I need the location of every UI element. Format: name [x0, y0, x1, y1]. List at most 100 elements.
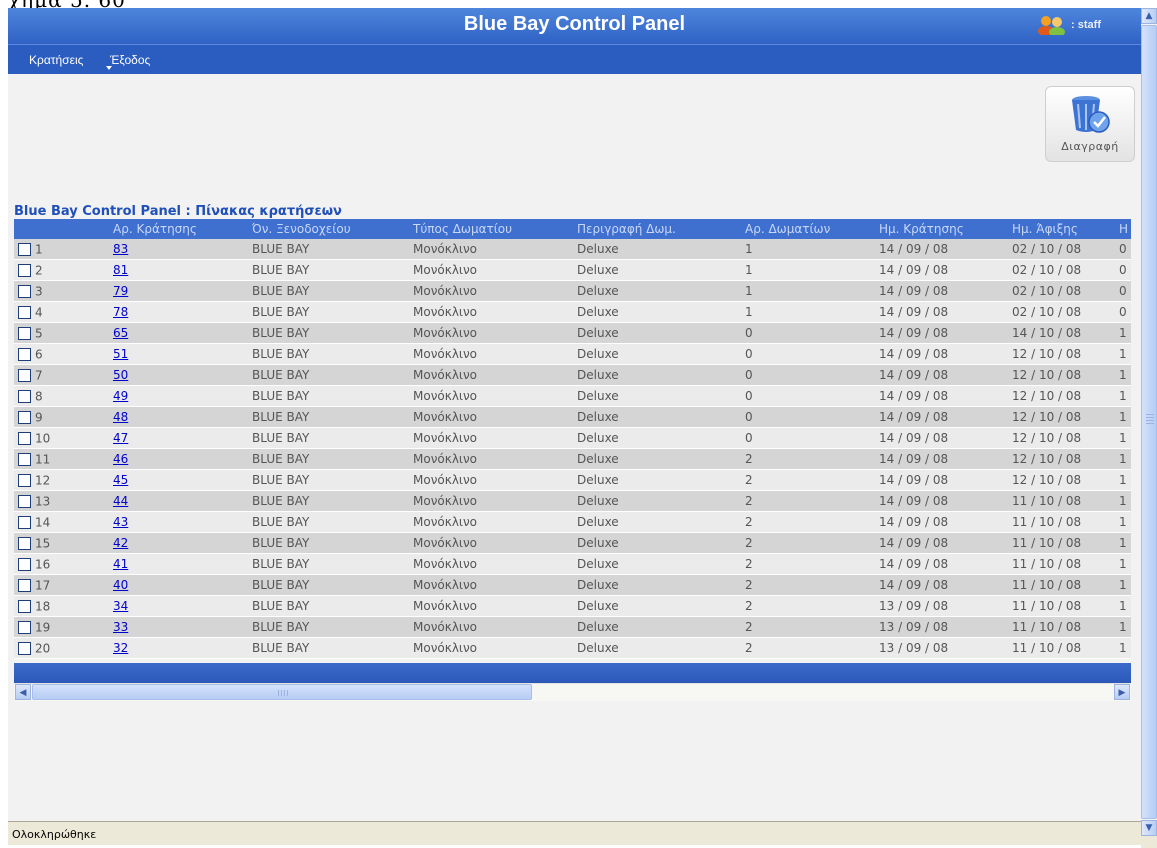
- table-row[interactable]: 13 44 BLUE BAY Μονόκλινο Deluxe 2 14 / 09 / 08…: [14, 490, 1131, 512]
- table-row[interactable]: 5 65 BLUE BAY Μονόκλινο Deluxe 0 14 / 09 / 08 1…: [14, 322, 1131, 344]
- row-select-cell: 1: [14, 239, 109, 260]
- row-checkbox[interactable]: [18, 494, 31, 508]
- table-row[interactable]: 14 43 BLUE BAY Μονόκλινο Deluxe 2 14 / 09 / 08…: [14, 511, 1131, 533]
- column-header[interactable]: Όν. Ξενοδοχείου: [248, 219, 409, 239]
- booking-date-cell: 14 / 09 / 08: [875, 469, 1008, 491]
- booking-number-link[interactable]: 40: [113, 578, 128, 592]
- truncated-cell: 0: [1115, 239, 1131, 260]
- booking-number-link[interactable]: 45: [113, 473, 128, 487]
- row-checkbox[interactable]: [18, 389, 31, 403]
- column-header[interactable]: Τύπος Δωματίου: [409, 219, 573, 239]
- table-footer-bar: [14, 663, 1131, 683]
- column-header[interactable]: Η: [1115, 219, 1131, 239]
- booking-number-link[interactable]: 34: [113, 599, 128, 613]
- table-row[interactable]: 10 47 BLUE BAY Μονόκλινο Deluxe 0 14 / 09 / 08…: [14, 427, 1131, 449]
- truncated-cell: 0: [1115, 301, 1131, 323]
- room-type-cell: Μονόκλινο: [409, 553, 573, 575]
- row-checkbox[interactable]: [18, 305, 31, 319]
- table-row[interactable]: 11 46 BLUE BAY Μονόκλινο Deluxe 2 14 / 09 / 08…: [14, 448, 1131, 470]
- scroll-left-arrow-icon[interactable]: ◀: [15, 684, 31, 700]
- booking-number-link[interactable]: 81: [113, 263, 128, 277]
- horizontal-scrollbar[interactable]: ◀ ▶: [14, 683, 1131, 701]
- booking-date-cell: 14 / 09 / 08: [875, 343, 1008, 365]
- row-checkbox[interactable]: [18, 557, 31, 571]
- delete-button[interactable]: Διαγραφή: [1045, 86, 1135, 162]
- app-title: Blue Bay Control Panel: [463, 13, 686, 35]
- table-row[interactable]: 7 50 BLUE BAY Μονόκλινο Deluxe 0 14 / 09 / 08 1…: [14, 364, 1131, 386]
- booking-number-link[interactable]: 50: [113, 368, 128, 382]
- row-checkbox[interactable]: [18, 473, 31, 487]
- table-row[interactable]: 19 33 BLUE BAY Μονόκλινο Deluxe 2 13 / 09 / 08…: [14, 616, 1131, 638]
- column-header[interactable]: Αρ. Κράτησης: [109, 219, 248, 239]
- row-index: 2: [35, 263, 43, 278]
- resize-grip[interactable]: [1141, 836, 1157, 848]
- column-header[interactable]: Περιγραφή Δωμ.: [573, 219, 741, 239]
- row-checkbox[interactable]: [18, 641, 31, 655]
- column-header[interactable]: Αρ. Δωματίων: [741, 219, 875, 239]
- booking-number-link[interactable]: 32: [113, 641, 128, 655]
- table-row[interactable]: 20 32 BLUE BAY Μονόκλινο Deluxe 2 13 / 09 / 08…: [14, 637, 1131, 659]
- table-row[interactable]: 2 81 BLUE BAY Μονόκλινο Deluxe 1 14 / 09 / 08 0…: [14, 259, 1131, 281]
- column-header[interactable]: Ημ. Κράτησης: [875, 219, 1008, 239]
- menu-item-logout[interactable]: Έξοδος: [110, 53, 150, 67]
- scroll-down-arrow-icon[interactable]: ▼: [1141, 820, 1157, 836]
- booking-number-link[interactable]: 44: [113, 494, 128, 508]
- booking-number-link[interactable]: 47: [113, 431, 128, 445]
- table-row[interactable]: 1 83 BLUE BAY Μονόκλινο Deluxe 1 14 / 09 / 08 0…: [14, 239, 1131, 260]
- booking-number-link[interactable]: 41: [113, 557, 128, 571]
- row-checkbox[interactable]: [18, 284, 31, 298]
- vertical-scrollbar[interactable]: ▲ ▼: [1141, 8, 1157, 836]
- row-checkbox[interactable]: [18, 515, 31, 529]
- row-checkbox[interactable]: [18, 536, 31, 550]
- table-row[interactable]: 16 41 BLUE BAY Μονόκλινο Deluxe 2 14 / 09 / 08…: [14, 553, 1131, 575]
- table-row[interactable]: 18 34 BLUE BAY Μονόκλινο Deluxe 2 13 / 09 / 08…: [14, 595, 1131, 617]
- booking-number-link[interactable]: 42: [113, 536, 128, 550]
- row-checkbox[interactable]: [18, 452, 31, 466]
- row-checkbox[interactable]: [18, 578, 31, 592]
- table-row[interactable]: 12 45 BLUE BAY Μονόκλινο Deluxe 2 14 / 09 / 08…: [14, 469, 1131, 491]
- scroll-up-arrow-icon[interactable]: ▲: [1141, 8, 1157, 24]
- booking-number-link[interactable]: 43: [113, 515, 128, 529]
- table-row[interactable]: 3 79 BLUE BAY Μονόκλινο Deluxe 1 14 / 09 / 08 0…: [14, 280, 1131, 302]
- row-checkbox[interactable]: [18, 368, 31, 382]
- booking-number-link[interactable]: 48: [113, 410, 128, 424]
- booking-date-cell: 14 / 09 / 08: [875, 574, 1008, 596]
- arrival-date-cell: 11 / 10 / 08: [1008, 595, 1115, 617]
- row-checkbox[interactable]: [18, 599, 31, 613]
- row-select-cell: 2: [14, 259, 109, 281]
- truncated-cell: 1: [1115, 427, 1131, 449]
- table-row[interactable]: 17 40 BLUE BAY Μονόκλινο Deluxe 2 14 / 09 / 08…: [14, 574, 1131, 596]
- row-checkbox[interactable]: [18, 347, 31, 361]
- row-checkbox[interactable]: [18, 263, 31, 277]
- table-row[interactable]: 15 42 BLUE BAY Μονόκλινο Deluxe 2 14 / 09 / 08…: [14, 532, 1131, 554]
- scroll-right-arrow-icon[interactable]: ▶: [1114, 684, 1130, 700]
- row-checkbox[interactable]: [18, 431, 31, 445]
- row-checkbox[interactable]: [18, 326, 31, 340]
- booking-number-link[interactable]: 83: [113, 242, 128, 256]
- room-description-cell: Deluxe: [573, 427, 741, 449]
- row-checkbox[interactable]: [18, 410, 31, 424]
- booking-number-link[interactable]: 51: [113, 347, 128, 361]
- row-checkbox[interactable]: [18, 242, 31, 256]
- room-description-cell: Deluxe: [573, 574, 741, 596]
- table-row[interactable]: 8 49 BLUE BAY Μονόκλινο Deluxe 0 14 / 09 / 08 1…: [14, 385, 1131, 407]
- booking-number-cell: 46: [109, 448, 248, 470]
- table-row[interactable]: 6 51 BLUE BAY Μονόκλινο Deluxe 0 14 / 09 / 08 1…: [14, 343, 1131, 365]
- room-description-cell: Deluxe: [573, 406, 741, 428]
- truncated-cell: 1: [1115, 406, 1131, 428]
- menu-item-reservations[interactable]: Κρατήσεις: [29, 53, 83, 67]
- booking-date-cell: 14 / 09 / 08: [875, 364, 1008, 386]
- booking-date-cell: 14 / 09 / 08: [875, 490, 1008, 512]
- booking-number-link[interactable]: 79: [113, 284, 128, 298]
- column-header[interactable]: Ημ. Άφιξης: [1008, 219, 1115, 239]
- booking-number-link[interactable]: 46: [113, 452, 128, 466]
- vertical-scroll-thumb[interactable]: [1141, 25, 1157, 819]
- booking-number-link[interactable]: 33: [113, 620, 128, 634]
- horizontal-scroll-thumb[interactable]: [32, 684, 532, 700]
- booking-number-link[interactable]: 65: [113, 326, 128, 340]
- booking-number-link[interactable]: 49: [113, 389, 128, 403]
- table-row[interactable]: 9 48 BLUE BAY Μονόκλινο Deluxe 0 14 / 09 / 08 1…: [14, 406, 1131, 428]
- row-checkbox[interactable]: [18, 620, 31, 634]
- table-row[interactable]: 4 78 BLUE BAY Μονόκλινο Deluxe 1 14 / 09 / 08 0…: [14, 301, 1131, 323]
- booking-number-link[interactable]: 78: [113, 305, 128, 319]
